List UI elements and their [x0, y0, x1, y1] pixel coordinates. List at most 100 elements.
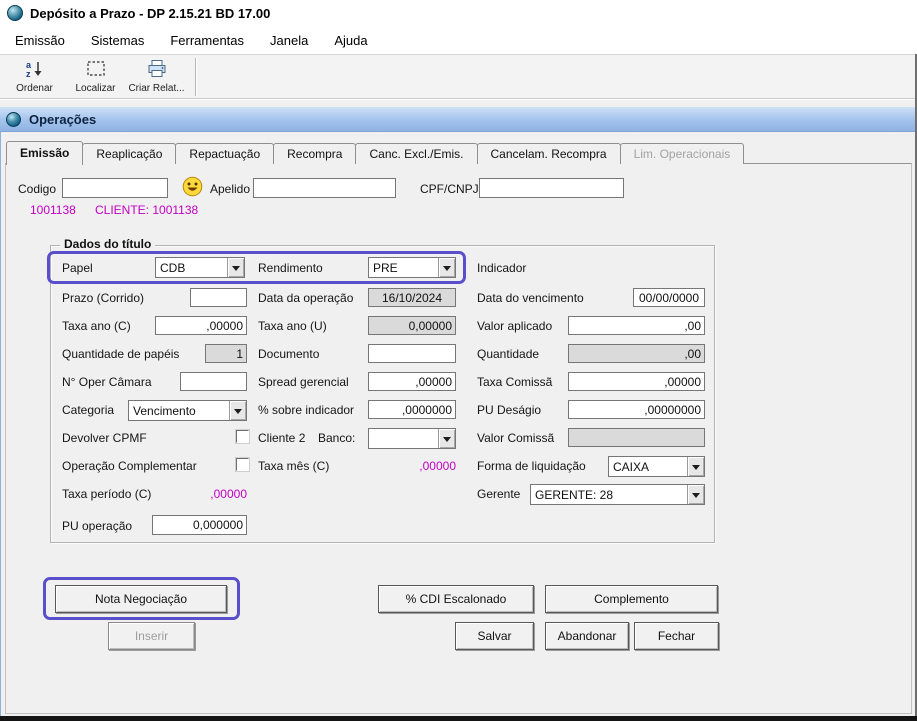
- operacoes-titlebar[interactable]: Operações: [0, 107, 917, 132]
- toolbar: a z Ordenar Localizar Criar Relat...: [0, 54, 917, 99]
- gerente-label: Gerente: [477, 487, 521, 501]
- salvar-button[interactable]: Salvar: [455, 622, 534, 650]
- ordenar-label: Ordenar: [16, 83, 53, 94]
- qtd-papeis-field: [205, 344, 247, 363]
- rendimento-value: PRE: [373, 261, 398, 275]
- prazo-label: Prazo (Corrido): [62, 291, 145, 305]
- valor-comissao-field: [568, 428, 705, 447]
- smiley-icon: [182, 176, 203, 200]
- papel-combobox[interactable]: CDB: [155, 257, 245, 278]
- banco-combobox[interactable]: [368, 428, 456, 449]
- menu-ajuda[interactable]: Ajuda: [321, 28, 380, 53]
- tab-reaplicacao[interactable]: Reaplicação: [82, 143, 177, 164]
- oper-camara-input[interactable]: [180, 372, 247, 391]
- valor-aplicado-label: Valor aplicado: [477, 319, 553, 333]
- window-bottom-border: [0, 716, 917, 721]
- window-titlebar[interactable]: Depósito a Prazo - DP 2.15.21 BD 17.00: [0, 0, 917, 26]
- indicador-label: Indicador: [477, 261, 527, 275]
- gerente-combobox[interactable]: GERENTE: 28: [530, 484, 705, 505]
- cdi-escalonado-button[interactable]: % CDI Escalonado: [378, 585, 534, 613]
- cpf-cnpj-label: CPF/CNPJ: [420, 182, 479, 196]
- fechar-button[interactable]: Fechar: [634, 622, 719, 650]
- tab-cancelam-recompra[interactable]: Cancelam. Recompra: [476, 143, 621, 164]
- banco-label: Banco:: [318, 431, 356, 445]
- operacoes-title: Operações: [29, 111, 97, 127]
- window-title: Depósito a Prazo - DP 2.15.21 BD 17.00: [30, 5, 271, 21]
- tab-canc-excl-emis[interactable]: Canc. Excl./Emis.: [355, 143, 478, 164]
- rendimento-combobox[interactable]: PRE: [368, 257, 456, 278]
- chevron-down-icon: [692, 464, 700, 474]
- criar-relatorio-button[interactable]: Criar Relat...: [126, 56, 187, 97]
- inserir-button: Inserir: [108, 622, 195, 650]
- tab-strip: Emissão Reaplicação Repactuação Recompra…: [6, 140, 745, 165]
- oper-camara-label: N° Oper Câmara: [62, 375, 152, 389]
- menu-sistemas[interactable]: Sistemas: [78, 28, 157, 53]
- taxa-ano-u-label: Taxa ano (U): [258, 319, 327, 333]
- menu-emissao[interactable]: Emissão: [2, 28, 78, 53]
- rendimento-dropdown-button[interactable]: [438, 258, 455, 277]
- menu-ferramentas[interactable]: Ferramentas: [157, 28, 257, 53]
- forma-liquidacao-dropdown-button[interactable]: [687, 457, 704, 476]
- localizar-label: Localizar: [75, 83, 116, 94]
- complemento-button[interactable]: Complemento: [545, 585, 718, 613]
- op-complementar-label: Operação Complementar: [62, 459, 197, 473]
- ordenar-button[interactable]: a z Ordenar: [4, 56, 65, 97]
- tab-lim-operacionais: Lim. Operacionais: [619, 143, 745, 164]
- valor-aplicado-input[interactable]: [568, 316, 705, 335]
- menu-janela[interactable]: Janela: [257, 28, 321, 53]
- op-complementar-checkbox[interactable]: [236, 458, 249, 471]
- taxa-periodo-label: Taxa período (C): [62, 487, 152, 501]
- cliente2-label: Cliente 2: [258, 431, 306, 445]
- cpf-cnpj-input[interactable]: [479, 178, 624, 198]
- data-vencimento-input[interactable]: [633, 288, 705, 307]
- papel-dropdown-button[interactable]: [227, 258, 244, 277]
- data-vencimento-label: Data do vencimento: [477, 291, 584, 305]
- documento-input[interactable]: [368, 344, 456, 363]
- devolver-cpmf-checkbox[interactable]: [236, 430, 249, 443]
- pu-desagio-input[interactable]: [568, 400, 705, 419]
- application-window: Depósito a Prazo - DP 2.15.21 BD 17.00 E…: [0, 0, 917, 721]
- sort-az-icon: a z: [24, 59, 46, 82]
- forma-liquidacao-combobox[interactable]: CAIXA: [608, 456, 705, 477]
- pu-desagio-label: PU Deságio: [477, 403, 542, 417]
- pct-sobre-indicador-label: % sobre indicador: [258, 403, 355, 417]
- find-selection-icon: [85, 59, 107, 82]
- pu-operacao-label: PU operação: [62, 519, 133, 533]
- valor-comissao-label: Valor Comissã: [477, 431, 555, 445]
- gerente-dropdown-button[interactable]: [687, 485, 704, 504]
- operacoes-window-icon: [6, 111, 21, 127]
- codigo-input[interactable]: [62, 178, 168, 198]
- chevron-down-icon: [234, 408, 242, 418]
- papel-label: Papel: [62, 261, 93, 275]
- chevron-down-icon: [443, 436, 451, 446]
- spread-gerencial-input[interactable]: [368, 372, 456, 391]
- banco-dropdown-button[interactable]: [438, 429, 455, 448]
- tab-emissao[interactable]: Emissão: [6, 141, 84, 165]
- quantidade-field: [568, 344, 705, 363]
- taxa-ano-c-input[interactable]: [155, 316, 247, 335]
- quantidade-label: Quantidade: [477, 347, 540, 361]
- categoria-combobox[interactable]: Vencimento: [128, 400, 247, 421]
- pu-operacao-input[interactable]: [152, 515, 247, 535]
- client-search-button[interactable]: [182, 176, 203, 200]
- app-icon: [7, 5, 23, 21]
- documento-label: Documento: [258, 347, 320, 361]
- taxa-ano-c-label: Taxa ano (C): [62, 319, 131, 333]
- localizar-button[interactable]: Localizar: [65, 56, 126, 97]
- data-operacao-label: Data da operação: [258, 291, 354, 305]
- rendimento-label: Rendimento: [258, 261, 323, 275]
- categoria-dropdown-button[interactable]: [229, 401, 246, 420]
- abandonar-button[interactable]: Abandonar: [545, 622, 629, 650]
- prazo-input[interactable]: [190, 288, 247, 307]
- spread-gerencial-label: Spread gerencial: [258, 375, 349, 389]
- tab-repactuacao[interactable]: Repactuação: [175, 143, 275, 164]
- taxa-mes-label: Taxa mês (C): [258, 459, 330, 473]
- nota-negociacao-button[interactable]: Nota Negociação: [55, 585, 227, 613]
- apelido-label: Apelido: [210, 182, 251, 196]
- taxa-comissao-label: Taxa Comissã: [477, 375, 553, 389]
- taxa-comissao-input[interactable]: [568, 372, 705, 391]
- tab-recompra[interactable]: Recompra: [273, 143, 357, 164]
- pct-sobre-indicador-input[interactable]: [368, 400, 456, 419]
- codigo-label: Codigo: [18, 182, 57, 196]
- apelido-input[interactable]: [253, 178, 396, 198]
